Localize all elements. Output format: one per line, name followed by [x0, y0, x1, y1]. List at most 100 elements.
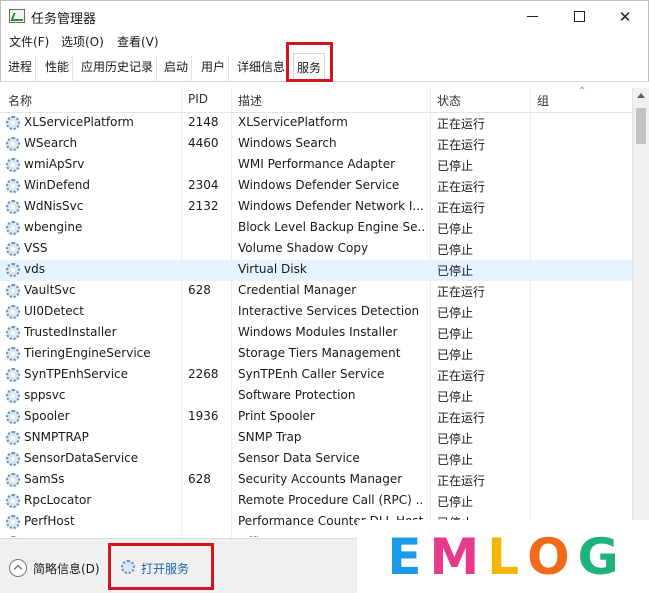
- col-description[interactable]: 描述: [238, 92, 262, 109]
- service-status: 已停止: [437, 306, 474, 320]
- logo-letter: M: [429, 527, 480, 586]
- logo-letter: L: [487, 527, 520, 586]
- service-name: VaultSvc: [24, 283, 76, 297]
- service-name: SNMPTRAP: [24, 430, 89, 444]
- table-row[interactable]: TieringEngineService Storage Tiers Manage…: [0, 344, 632, 365]
- service-gear-icon: [6, 326, 20, 340]
- service-gear-icon: [6, 494, 20, 508]
- service-status: 已停止: [437, 432, 474, 446]
- service-status: 已停止: [437, 495, 474, 509]
- service-pid: 628: [188, 472, 211, 486]
- table-row[interactable]: sppsvc Software Protection 已停止: [0, 386, 632, 407]
- service-gear-icon: [6, 158, 20, 172]
- menu-options[interactable]: 选项(O): [61, 33, 104, 50]
- service-description: Storage Tiers Management: [238, 346, 401, 360]
- table-row[interactable]: SamSs 628 Security Accounts Manager 正在运行: [0, 470, 632, 491]
- table-row[interactable]: TrustedInstaller Windows Modules Installe…: [0, 323, 632, 344]
- scroll-up-icon[interactable]: [637, 93, 645, 98]
- service-description: SynTPEnh Caller Service: [238, 367, 385, 381]
- table-row[interactable]: RpcLocator Remote Procedure Call (RPC) ..…: [0, 491, 632, 512]
- service-status: 正在运行: [437, 411, 486, 425]
- service-pid: 2148: [188, 115, 219, 129]
- tab-services[interactable]: 服务: [293, 53, 326, 83]
- service-description: Block Level Backup Engine Se...: [238, 220, 424, 234]
- tab-performance[interactable]: 性能: [42, 56, 74, 82]
- close-icon: ✕: [618, 7, 632, 26]
- service-gear-icon: [6, 284, 20, 298]
- table-row[interactable]: WdNisSvc 2132 Windows Defender Network I..…: [0, 197, 632, 218]
- maximize-button[interactable]: [556, 1, 602, 32]
- service-name: PerfHost: [24, 514, 75, 528]
- col-name[interactable]: 名称: [8, 92, 32, 109]
- service-pid: 2304: [188, 178, 219, 192]
- table-row[interactable]: SNMPTRAP SNMP Trap 已停止: [0, 428, 632, 449]
- service-status: 已停止: [437, 453, 474, 467]
- service-name: Spooler: [24, 409, 70, 423]
- service-gear-icon: [6, 200, 20, 214]
- service-status: 已停止: [437, 222, 474, 236]
- table-row[interactable]: XLServicePlatform 2148 XLServicePlatform 正在…: [0, 113, 632, 134]
- service-status: 正在运行: [437, 117, 486, 131]
- scroll-thumb[interactable]: [636, 108, 646, 144]
- fewer-details-link[interactable]: 简略信息(D): [33, 560, 100, 577]
- collapse-chevron-icon[interactable]: [9, 559, 27, 577]
- table-row[interactable]: UI0Detect Interactive Services Detection 已…: [0, 302, 632, 323]
- col-group[interactable]: 组: [537, 92, 549, 109]
- logo-letter: G: [577, 527, 619, 586]
- service-name: wbengine: [24, 220, 83, 234]
- service-description: Credential Manager: [238, 283, 357, 297]
- menu-file[interactable]: 文件(F): [9, 33, 49, 50]
- menu-view[interactable]: 查看(V): [117, 33, 159, 50]
- sort-indicator-icon: ⌃: [578, 86, 587, 97]
- service-status: 已停止: [437, 264, 474, 278]
- service-gear-icon: [6, 263, 20, 277]
- service-status: 正在运行: [437, 138, 486, 152]
- service-gear-icon: [6, 242, 20, 256]
- table-row[interactable]: WSearch 4460 Windows Search 正在运行: [0, 134, 632, 155]
- table-row[interactable]: VaultSvc 628 Credential Manager 正在运行: [0, 281, 632, 302]
- service-description: Windows Search: [238, 136, 337, 150]
- service-name: WinDefend: [24, 178, 90, 192]
- service-name: XLServicePlatform: [24, 115, 134, 129]
- service-description: Interactive Services Detection: [238, 304, 420, 318]
- tab-users[interactable]: 用户: [198, 56, 230, 82]
- task-manager-icon: [9, 9, 25, 23]
- close-button[interactable]: ✕: [602, 1, 648, 32]
- service-gear-icon: [6, 368, 20, 382]
- service-status: 正在运行: [437, 201, 486, 215]
- column-header: 名称 PID 描述 状态 组: [0, 88, 632, 113]
- table-row[interactable]: WinDefend 2304 Windows Defender Service 正在运…: [0, 176, 632, 197]
- tab-processes[interactable]: 进程: [5, 56, 37, 82]
- col-pid[interactable]: PID: [188, 92, 208, 106]
- service-name: SynTPEnhService: [24, 367, 129, 381]
- service-description: WMI Performance Adapter: [238, 157, 396, 171]
- table-row[interactable]: vds Virtual Disk 已停止: [0, 260, 632, 281]
- table-row[interactable]: SensorDataService Sensor Data Service 已停止: [0, 449, 632, 470]
- service-description: Windows Defender Service: [238, 178, 400, 192]
- col-status[interactable]: 状态: [437, 92, 461, 109]
- service-description: Software Protection: [238, 388, 356, 402]
- service-status: 已停止: [437, 348, 474, 362]
- table-row[interactable]: Spooler 1936 Print Spooler 正在运行: [0, 407, 632, 428]
- service-name: wmiApSrv: [24, 157, 85, 171]
- service-name: RpcLocator: [24, 493, 92, 507]
- service-pid: 2268: [188, 367, 219, 381]
- table-row[interactable]: VSS Volume Shadow Copy 已停止: [0, 239, 632, 260]
- service-description: Sensor Data Service: [238, 451, 360, 465]
- service-status: 正在运行: [437, 474, 486, 488]
- service-name: UI0Detect: [24, 304, 84, 318]
- vertical-scrollbar[interactable]: [632, 88, 649, 538]
- service-description: XLServicePlatform: [238, 115, 348, 129]
- service-pid: 4460: [188, 136, 219, 150]
- tab-startup[interactable]: 启动: [161, 56, 193, 82]
- table-row[interactable]: SynTPEnhService 2268 SynTPEnh Caller Servi…: [0, 365, 632, 386]
- service-name: TrustedInstaller: [24, 325, 117, 339]
- service-gear-icon: [6, 515, 20, 529]
- minimize-button[interactable]: [509, 1, 555, 32]
- table-row[interactable]: wmiApSrv WMI Performance Adapter 已停止: [0, 155, 632, 176]
- tab-details[interactable]: 详细信息: [234, 56, 290, 82]
- tab-app-history[interactable]: 应用历史记录: [78, 56, 158, 82]
- open-services-link[interactable]: 打开服务: [141, 560, 189, 577]
- table-row[interactable]: wbengine Block Level Backup Engine Se... 已…: [0, 218, 632, 239]
- service-gear-icon: [6, 410, 20, 424]
